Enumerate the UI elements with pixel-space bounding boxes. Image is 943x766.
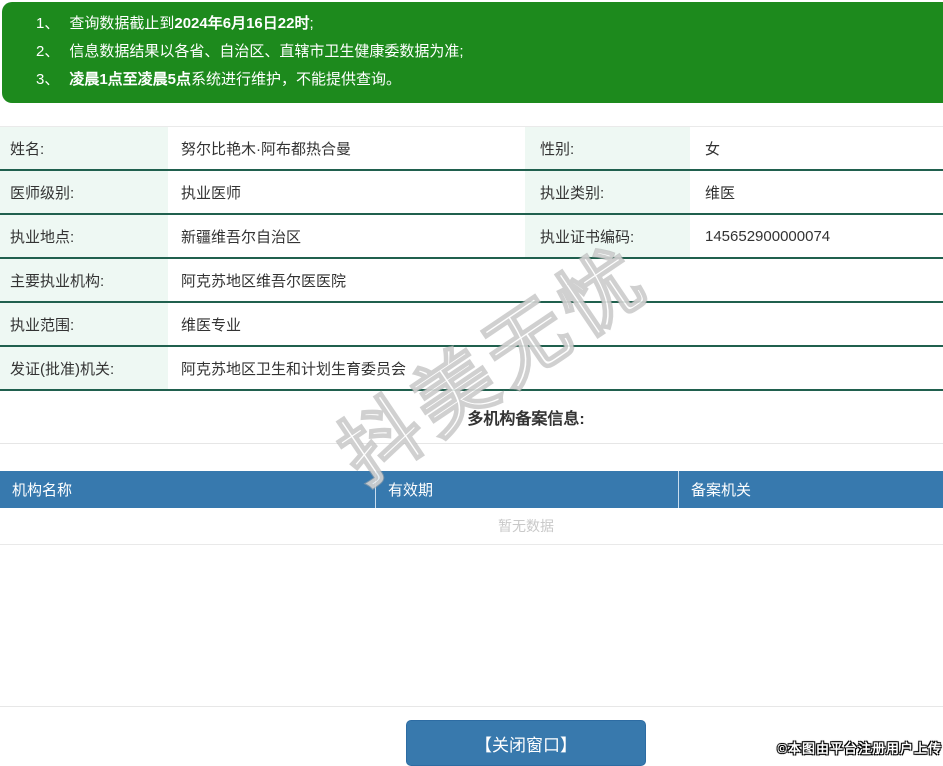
field-label-issuing-authority: 发证(批准)机关: <box>0 347 168 389</box>
table-row: 执业范围: 维医专业 <box>0 303 943 347</box>
notice-line-1: 1、 查询数据截止到2024年6月16日22时; <box>36 10 943 38</box>
table-row: 医师级别: 执业医师 执业类别: 维医 <box>0 171 943 215</box>
notice-line-3: 3、 凌晨1点至凌晨5点系统进行维护，不能提供查询。 <box>36 66 943 94</box>
field-label-certificate-number: 执业证书编码: <box>525 215 690 257</box>
notice-line-2: 2、 信息数据结果以各省、自治区、直辖市卫生健康委数据为准; <box>36 38 943 66</box>
field-value-gender: 女 <box>705 140 721 158</box>
field-label-gender: 性别: <box>525 127 690 169</box>
field-label-practice-scope: 执业范围: <box>0 303 168 345</box>
notice-text: 系统进行维护，不能提供查询。 <box>191 71 402 88</box>
notice-text-bold: 2024年6月16日22时 <box>174 15 310 32</box>
field-label-practice-location: 执业地点: <box>0 215 168 257</box>
field-value-name: 努尔比艳木·阿布都热合曼 <box>181 140 351 158</box>
notice-text: 查询数据截止到 <box>69 15 175 32</box>
column-header-institution-name: 机构名称 <box>12 482 73 499</box>
practitioner-info-table: 姓名: 努尔比艳木·阿布都热合曼 性别: 女 医师级别: 执业医师 执业类别: … <box>0 126 943 391</box>
table-row: 主要执业机构: 阿克苏地区维吾尔医医院 <box>0 259 943 303</box>
notice-text: 信息数据结果以各省、自治区、直辖市卫生健康委数据为准; <box>69 43 464 60</box>
page-container: 1、 查询数据截止到2024年6月16日22时; 2、 信息数据结果以各省、自治区、… <box>0 0 943 545</box>
field-value-issuing-authority: 阿克苏地区卫生和计划生育委员会 <box>181 360 407 378</box>
field-value-practice-category: 维医 <box>705 184 736 202</box>
corner-watermark: ©本图由平台注册用户上传 <box>777 741 942 756</box>
column-header-validity-period: 有效期 <box>375 471 678 508</box>
close-window-button[interactable]: 【关闭窗口】 <box>406 720 646 766</box>
section-title-multi-institution: 多机构备案信息: <box>0 391 943 444</box>
field-label-doctor-level: 医师级别: <box>0 171 168 213</box>
field-label-main-institution: 主要执业机构: <box>0 259 168 301</box>
field-label-practice-category: 执业类别: <box>525 171 690 213</box>
field-value-certificate-number: 145652900000074 <box>705 227 831 245</box>
notice-text-bold: 凌晨1点至凌晨5点 <box>69 71 192 88</box>
notice-number: 2、 <box>36 43 60 60</box>
empty-data-message: 暂无数据 <box>0 508 943 545</box>
notice-number: 3、 <box>36 71 60 88</box>
field-value-main-institution: 阿克苏地区维吾尔医医院 <box>181 272 347 290</box>
field-value-practice-location: 新疆维吾尔自治区 <box>181 228 302 246</box>
notice-banner: 1、 查询数据截止到2024年6月16日22时; 2、 信息数据结果以各省、自治区、… <box>2 2 943 103</box>
records-table-header: 机构名称 有效期 备案机关 <box>0 471 943 508</box>
field-label-name: 姓名: <box>0 127 168 169</box>
field-value-doctor-level: 执业医师 <box>181 184 242 202</box>
footer-divider <box>0 706 943 707</box>
table-row: 执业地点: 新疆维吾尔自治区 执业证书编码: 145652900000074 <box>0 215 943 259</box>
column-header-filing-authority: 备案机关 <box>678 471 943 508</box>
notice-number: 1、 <box>36 15 60 32</box>
notice-text: ; <box>309 15 314 32</box>
field-value-practice-scope: 维医专业 <box>181 316 242 334</box>
table-row: 发证(批准)机关: 阿克苏地区卫生和计划生育委员会 <box>0 347 943 391</box>
table-row: 姓名: 努尔比艳木·阿布都热合曼 性别: 女 <box>0 127 943 171</box>
